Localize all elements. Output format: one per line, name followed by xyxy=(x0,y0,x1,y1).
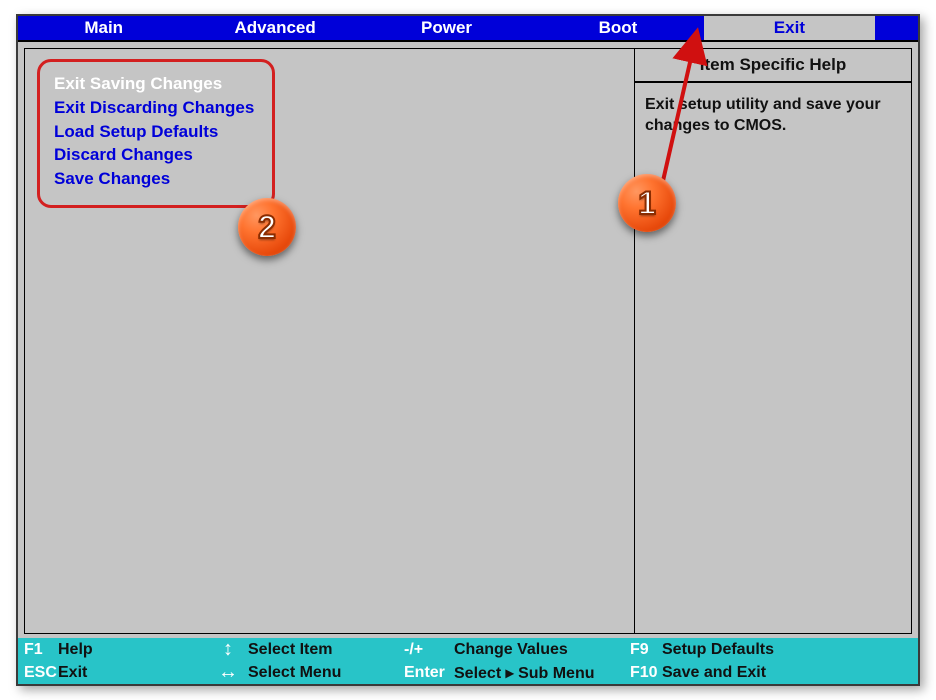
key-updown-label: Select Item xyxy=(248,641,398,659)
key-f9-label: Setup Defaults xyxy=(662,641,918,659)
key-f1-label: Help xyxy=(58,641,208,659)
key-esc-label: Exit xyxy=(58,664,208,682)
menu-spacer xyxy=(875,16,918,40)
key-f9: F9 xyxy=(624,641,662,659)
key-hint-bar: F1 Help ↕ Select Item -/+ Change Values … xyxy=(18,638,918,684)
option-exit-discarding-changes[interactable]: Exit Discarding Changes xyxy=(54,96,258,120)
option-discard-changes[interactable]: Discard Changes xyxy=(54,143,258,167)
exit-options-box: Exit Saving Changes Exit Discarding Chan… xyxy=(37,59,275,208)
leftright-arrow-icon: ↔ xyxy=(208,661,248,684)
key-plusminus-label: Change Values xyxy=(454,641,624,659)
key-enter: Enter xyxy=(398,664,454,682)
key-enter-label: Select ▸ Sub Menu xyxy=(454,663,624,683)
annotation-badge-1: 1 xyxy=(618,174,676,232)
updown-arrow-icon: ↕ xyxy=(208,638,248,661)
key-esc: ESC xyxy=(18,664,58,682)
body-row: Exit Saving Changes Exit Discarding Chan… xyxy=(18,40,918,638)
menu-main[interactable]: Main xyxy=(18,16,189,40)
key-f10: F10 xyxy=(624,664,662,682)
key-leftright-label: Select Menu xyxy=(248,664,398,682)
main-panel: Exit Saving Changes Exit Discarding Chan… xyxy=(24,48,634,634)
key-f1: F1 xyxy=(18,641,58,659)
option-exit-saving-changes[interactable]: Exit Saving Changes xyxy=(54,72,258,96)
annotation-badge-2: 2 xyxy=(238,198,296,256)
key-plusminus: -/+ xyxy=(398,641,454,659)
menu-advanced[interactable]: Advanced xyxy=(189,16,360,40)
top-menu-bar: Main Advanced Power Boot Exit xyxy=(18,16,918,40)
menu-exit[interactable]: Exit xyxy=(704,16,875,40)
option-save-changes[interactable]: Save Changes xyxy=(54,167,258,191)
menu-power[interactable]: Power xyxy=(361,16,532,40)
option-load-setup-defaults[interactable]: Load Setup Defaults xyxy=(54,120,258,144)
key-f10-label: Save and Exit xyxy=(662,664,918,682)
bios-window: Main Advanced Power Boot Exit Exit Savin… xyxy=(16,14,920,686)
